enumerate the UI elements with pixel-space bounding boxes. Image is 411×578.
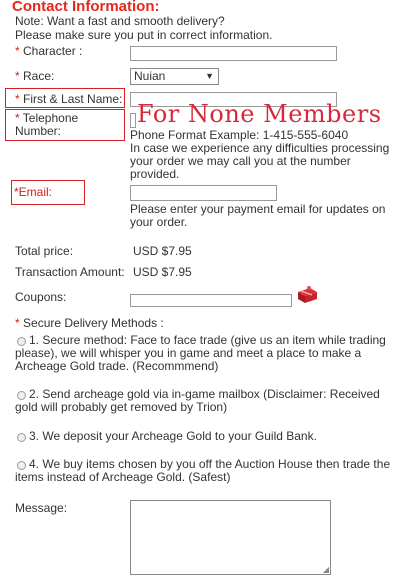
message-textarea[interactable]: ◢	[130, 500, 331, 575]
email-help-text: Please enter your payment email for upda…	[130, 202, 386, 229]
delivery-option-3-text: 3. We deposit your Archeage Gold to your…	[29, 429, 317, 443]
transaction-amount-label: Transaction Amount:	[15, 265, 125, 279]
message-label: Message:	[15, 501, 68, 515]
gift-icon[interactable]	[296, 285, 318, 303]
race-selected-value: Nuian	[134, 69, 166, 83]
coupons-label: Coupons:	[15, 290, 67, 304]
required-mark: *	[15, 44, 20, 58]
resize-handle-icon[interactable]: ◢	[323, 565, 329, 574]
note-line-2: Please make sure you put in correct info…	[15, 28, 273, 42]
delivery-option-2-text: 2. Send archeage gold via in-game mailbo…	[15, 387, 380, 414]
total-price-value: USD $7.95	[133, 244, 192, 258]
race-select[interactable]: Nuian ▼	[130, 68, 219, 85]
coupons-input[interactable]	[130, 294, 292, 307]
total-price-label: Total price:	[15, 244, 74, 258]
delivery-option-4-text: 4. We buy items chosen by you off the Au…	[15, 457, 391, 484]
telephone-label: * Telephone Number:	[15, 111, 79, 138]
transaction-amount-value: USD $7.95	[133, 265, 192, 279]
telephone-input[interactable]	[130, 113, 136, 128]
phone-help-text: Phone Format Example: 1-415-555-6040 In …	[130, 128, 390, 181]
overlay-stamp: For None Members	[137, 100, 382, 128]
dropdown-arrow-icon: ▼	[205, 71, 214, 81]
race-label: * Race:	[15, 69, 55, 83]
email-label: *Email:	[14, 185, 53, 199]
note-line-1: Note: Want a fast and smooth delivery?	[15, 14, 225, 28]
name-label: * First & Last Name:	[15, 92, 123, 106]
email-input[interactable]	[130, 185, 277, 201]
section-title: Contact Information:	[12, 0, 160, 15]
character-label: * Character :	[15, 44, 83, 58]
character-input[interactable]	[130, 46, 337, 61]
delivery-heading: * Secure Delivery Methods :	[15, 316, 164, 330]
delivery-option-1-text: 1. Secure method: Face to face trade (gi…	[15, 333, 386, 373]
